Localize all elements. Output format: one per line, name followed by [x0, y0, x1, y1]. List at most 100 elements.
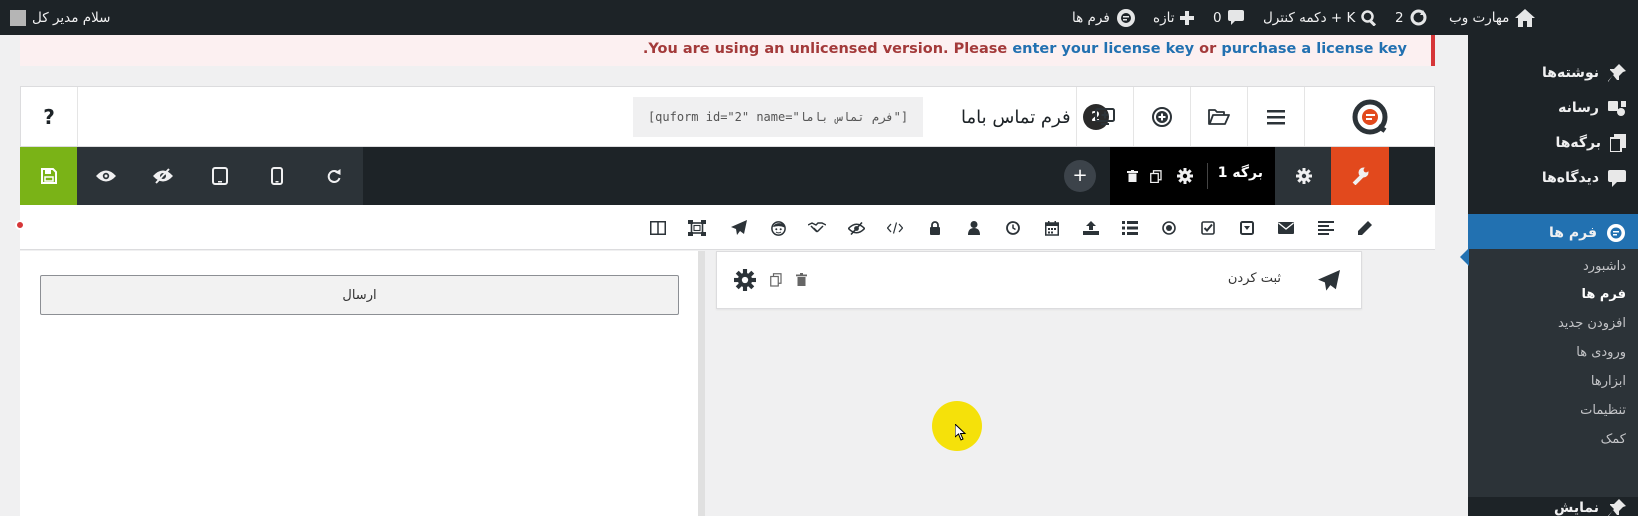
pencil-icon — [1358, 221, 1372, 235]
palette-hidden[interactable] — [847, 219, 865, 237]
mobile-icon — [270, 167, 283, 185]
enter-license-link[interactable]: enter your license key — [1012, 41, 1194, 57]
adminbar-forms[interactable]: فرم ها — [1072, 0, 1136, 35]
align-left-icon — [1318, 221, 1334, 235]
panel-marker-dot — [15, 220, 25, 230]
face-icon — [770, 220, 786, 236]
avatar — [10, 9, 26, 26]
menu-item-forms[interactable]: فرم ها — [1468, 214, 1638, 252]
folder-open-icon — [1208, 108, 1230, 126]
submenu-forms[interactable]: فرم ها — [1581, 287, 1626, 302]
forms-label: فرم ها — [1072, 9, 1110, 26]
element-label: ثبت کردن — [1227, 271, 1281, 286]
pin-icon — [1608, 64, 1626, 82]
palette-html[interactable] — [886, 219, 904, 237]
add-page-label: + — [1072, 165, 1088, 186]
menu-label: نوشته‌ها — [1542, 65, 1599, 81]
checkbox-icon — [1201, 221, 1215, 235]
plus-circle-icon — [1152, 106, 1172, 127]
purchase-license-link[interactable]: purchase a license key — [1221, 41, 1407, 57]
tools-button[interactable] — [1331, 147, 1389, 205]
updates-icon — [1410, 9, 1427, 26]
notice-text: .You are using an unlicensed version. Pl… — [643, 41, 1407, 57]
tab-divider — [1207, 163, 1208, 189]
palette-date[interactable] — [1043, 219, 1061, 237]
form-builder-pane: ثبت کردن — [705, 251, 1385, 516]
envelope-icon — [1278, 222, 1294, 234]
add-page-button[interactable]: + — [1064, 160, 1096, 192]
palette-text[interactable] — [1356, 219, 1374, 237]
pane-resize-handle[interactable] — [698, 251, 705, 516]
palette-submit[interactable] — [730, 219, 748, 237]
palette-columns[interactable] — [649, 219, 667, 237]
group-frame-icon — [688, 220, 706, 236]
notice-middle: or — [1194, 41, 1222, 57]
palette-recaptcha[interactable] — [769, 219, 787, 237]
forms-list-button[interactable] — [1247, 87, 1304, 146]
element-delete-icon[interactable] — [796, 273, 807, 286]
palette-textarea[interactable] — [1317, 219, 1335, 237]
updates-count: 2 — [1395, 9, 1404, 26]
mobile-view-button[interactable] — [248, 147, 305, 205]
quform-logo-icon — [1352, 99, 1388, 135]
menu-item-appearance[interactable]: نمایش — [1468, 489, 1638, 516]
form-settings-button[interactable] — [1275, 147, 1332, 205]
hide-preview-button[interactable] — [134, 147, 191, 205]
dropdown-icon — [1240, 221, 1254, 235]
palette-name[interactable] — [965, 219, 983, 237]
plus-icon — [1180, 10, 1195, 25]
menu-label: دیدگاه‌ها — [1541, 170, 1599, 186]
palette-time[interactable] — [1004, 219, 1022, 237]
help-button[interactable]: ? — [21, 87, 78, 146]
adminbar-search[interactable]: دکمه کنترل + K — [1263, 0, 1377, 35]
media-icon — [1608, 99, 1626, 117]
preview-form-button[interactable] — [1076, 87, 1133, 146]
submit-button-preview[interactable]: ارسال — [40, 275, 679, 315]
admin-menu: نوشته‌ها رسانه برگه‌ها دیدگاه‌ها فرم ها … — [1468, 35, 1638, 516]
submenu-settings[interactable]: تنظیمات — [1580, 403, 1626, 418]
tablet-icon — [211, 167, 228, 185]
submenu-dashboard[interactable]: داشبورد — [1583, 259, 1626, 274]
adminbar-new[interactable]: تازه — [1153, 0, 1195, 35]
palette-radio[interactable] — [1160, 219, 1178, 237]
add-form-button[interactable] — [1133, 87, 1190, 146]
palette-email[interactable] — [1277, 219, 1295, 237]
submenu-add-new[interactable]: افزودن جدید — [1558, 316, 1626, 331]
radio-icon — [1162, 221, 1176, 235]
menu-item-comments[interactable]: دیدگاه‌ها — [1468, 159, 1638, 197]
menu-label: نمایش — [1554, 500, 1599, 516]
submit-element-card[interactable]: ثبت کردن — [716, 251, 1362, 309]
save-button[interactable] — [20, 147, 77, 205]
columns-icon — [650, 221, 666, 235]
element-duplicate-icon[interactable] — [770, 273, 782, 287]
palette-captcha[interactable] — [808, 219, 826, 237]
preview-button[interactable] — [77, 147, 134, 205]
pages-icon — [1610, 134, 1626, 152]
shortcode-display[interactable]: [quform id="2" name="فرم تماس باما"] — [633, 97, 923, 137]
palette-select[interactable] — [1238, 219, 1256, 237]
menu-item-pages[interactable]: برگه‌ها — [1468, 124, 1638, 162]
my-account-menu[interactable]: سلام مدیر کل — [10, 0, 110, 35]
adminbar-comments[interactable]: 0 — [1213, 0, 1244, 35]
page-tab[interactable]: برگه 1 — [1110, 147, 1275, 205]
palette-password[interactable] — [926, 219, 944, 237]
palette-file-upload[interactable] — [1082, 219, 1100, 237]
tablet-view-button[interactable] — [191, 147, 248, 205]
page-settings-icon[interactable] — [1168, 147, 1202, 205]
submenu-entries[interactable]: ورودی ها — [1576, 345, 1626, 360]
wrench-icon — [1351, 167, 1369, 185]
upload-icon — [1083, 221, 1099, 235]
palette-checkbox[interactable] — [1199, 219, 1217, 237]
palette-group[interactable] — [687, 219, 707, 237]
menu-item-media[interactable]: رسانه — [1468, 89, 1638, 127]
palette-multiselect[interactable] — [1121, 219, 1139, 237]
submenu-help[interactable]: کمک — [1601, 432, 1626, 447]
adminbar-updates[interactable]: 2 — [1395, 0, 1427, 35]
submenu-tools[interactable]: ابزارها — [1591, 374, 1626, 389]
paper-plane-icon — [731, 220, 747, 236]
license-notice: .You are using an unlicensed version. Pl… — [20, 35, 1435, 66]
open-form-button[interactable] — [1190, 87, 1247, 146]
element-settings-icon[interactable] — [734, 269, 756, 291]
menu-item-posts[interactable]: نوشته‌ها — [1468, 54, 1638, 92]
reload-preview-button[interactable] — [305, 147, 362, 205]
